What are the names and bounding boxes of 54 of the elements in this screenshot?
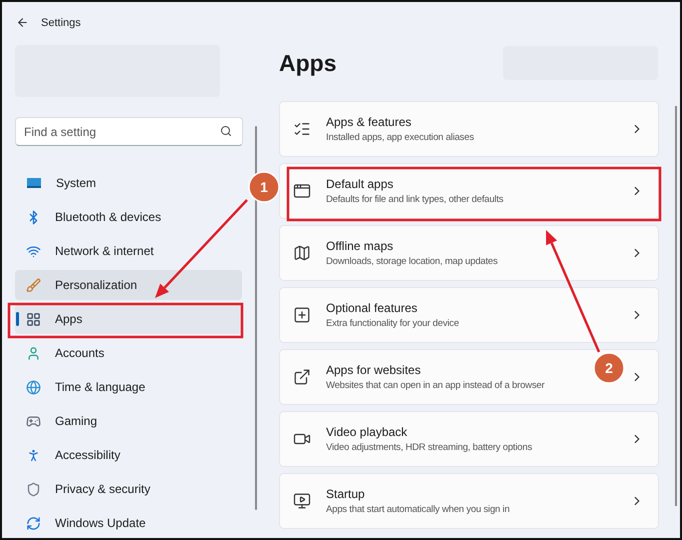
grid-plus-icon — [293, 306, 311, 324]
nav-item[interactable]: Bluetooth & devices — [15, 202, 242, 232]
selection-indicator — [16, 312, 19, 326]
card-title: Offline maps — [326, 239, 394, 253]
card-title: Optional features — [326, 301, 418, 315]
card-title: Apps for websites — [326, 363, 421, 377]
map-icon — [293, 244, 311, 262]
nav-item[interactable]: Windows Update — [15, 508, 242, 538]
card-subtitle: Apps that start automatically when you sign in — [326, 504, 510, 515]
wifi-icon — [26, 244, 41, 258]
settings-card[interactable]: Offline maps Downloads, storage location, map updates — [279, 225, 659, 281]
accessibility-icon — [26, 448, 41, 462]
person-icon — [26, 346, 41, 360]
brush-icon — [26, 278, 41, 292]
apps-icon — [26, 312, 41, 326]
external-link-icon — [293, 368, 311, 386]
step-badge: 1 — [248, 171, 280, 203]
settings-card[interactable]: Apps & features Installed apps, app execution aliases — [279, 101, 659, 157]
card-title: Apps & features — [326, 115, 412, 129]
back-icon[interactable] — [16, 16, 29, 29]
settings-card[interactable]: Startup Apps that start automatically when you sign in — [279, 473, 659, 529]
monitor-icon — [26, 175, 42, 191]
gamepad-icon — [26, 414, 41, 428]
step-badge: 2 — [593, 352, 625, 384]
nav-item[interactable]: Personalization — [15, 270, 242, 300]
list-icon — [293, 120, 311, 138]
settings-card[interactable]: Optional features Extra functionality for your device — [279, 287, 659, 343]
globe-icon — [26, 380, 41, 394]
card-subtitle: Installed apps, app execution aliases — [326, 132, 474, 143]
card-subtitle: Extra functionality for your device — [326, 318, 459, 329]
settings-card[interactable]: Default apps Defaults for file and link types, other defaults — [279, 163, 659, 219]
nav-item[interactable]: Privacy & security — [15, 474, 242, 504]
page-title: Apps — [279, 50, 336, 76]
nav-item[interactable]: Apps — [15, 304, 242, 334]
nav-item[interactable]: Gaming — [15, 406, 242, 436]
monitor-play-icon — [293, 492, 311, 510]
search-icon — [220, 125, 232, 137]
nav-item[interactable]: Accounts — [15, 338, 242, 368]
window-title: Settings — [41, 16, 81, 28]
card-title: Video playback — [326, 425, 408, 439]
nav-item[interactable]: System — [15, 168, 242, 198]
settings-card[interactable]: Video playback Video adjustments, HDR streaming, battery options — [279, 411, 659, 467]
search-field[interactable]: Find a setting — [15, 117, 243, 146]
card-subtitle: Downloads, storage location, map updates — [326, 256, 498, 267]
shield-icon — [26, 482, 41, 496]
card-title: Default apps — [326, 177, 394, 191]
card-title: Startup — [326, 487, 365, 501]
card-subtitle: Defaults for file and link types, other defaults — [326, 194, 504, 205]
nav-item[interactable]: Network & internet — [15, 236, 242, 266]
refresh-icon — [26, 516, 41, 530]
card-subtitle: Video adjustments, HDR streaming, battery options — [326, 442, 532, 453]
nav-item[interactable]: Time & language — [15, 372, 242, 402]
card-subtitle: Websites that can open in an app instead of a browser — [326, 380, 544, 391]
nav-item[interactable]: Accessibility — [15, 440, 242, 470]
